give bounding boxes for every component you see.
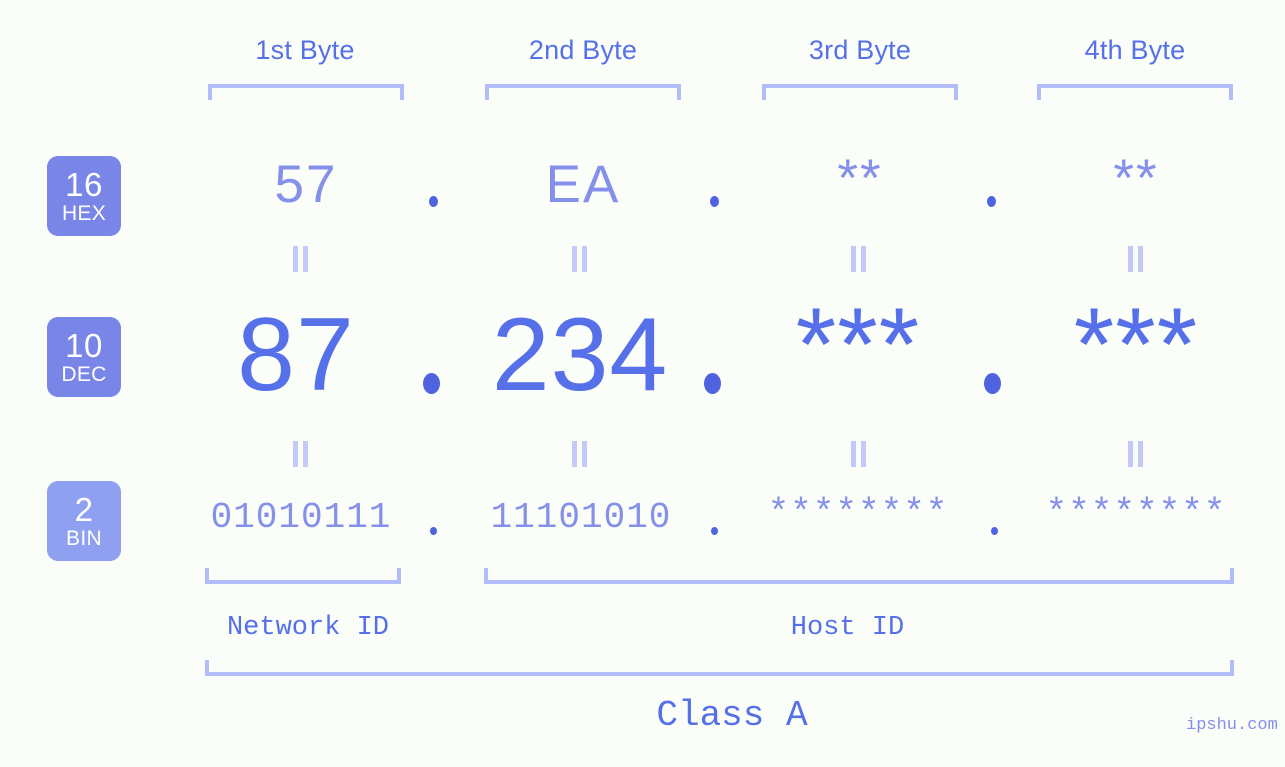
class-bracket — [205, 660, 1234, 676]
base-badge-bin-number: 2 — [74, 491, 94, 528]
site-watermark: ipshu.com — [1186, 716, 1278, 735]
byte-bracket-2 — [485, 84, 681, 100]
equals-dec-bin-3 — [850, 441, 867, 467]
byte-header-2: 2nd Byte — [528, 35, 638, 65]
equals-dec-bin-1 — [292, 441, 309, 467]
equals-dec-bin-4 — [1127, 441, 1144, 467]
base-badge-bin-label: BIN — [66, 527, 102, 550]
bin-separator-dot-3 — [991, 527, 998, 535]
hex-separator-dot-1 — [429, 196, 438, 207]
dec-byte-2: 234 — [491, 297, 669, 413]
dec-byte-3: *** — [795, 287, 921, 403]
byte-header-4: 4th Byte — [1084, 35, 1186, 65]
class-label: Class A — [656, 695, 808, 736]
dec-byte-4: *** — [1073, 287, 1199, 403]
base-badge-dec-number: 10 — [65, 327, 103, 364]
hex-byte-1: 57 — [274, 155, 338, 214]
dec-byte-1: 87 — [237, 297, 355, 413]
hex-separator-dot-2 — [710, 196, 719, 207]
hex-byte-4: ** — [1113, 149, 1159, 208]
byte-bracket-1 — [208, 84, 404, 100]
dec-separator-dot-1 — [423, 373, 440, 394]
base-badge-hex-label: HEX — [61, 202, 107, 225]
bin-byte-2: 11101010 — [490, 497, 672, 538]
bin-separator-dot-2 — [711, 527, 718, 535]
hex-byte-3: ** — [837, 149, 883, 208]
base-badge-dec-label: DEC — [61, 363, 107, 386]
hex-byte-2: EA — [545, 155, 621, 214]
byte-bracket-4 — [1037, 84, 1233, 100]
base-badge-hex-number: 16 — [65, 166, 103, 203]
bin-byte-3: ******** — [767, 493, 949, 534]
equals-hex-dec-3 — [850, 246, 867, 272]
equals-hex-dec-1 — [292, 246, 309, 272]
network-id-bracket — [205, 568, 401, 584]
equals-hex-dec-4 — [1127, 246, 1144, 272]
ip-address-breakdown-diagram: 1st Byte 2nd Byte 3rd Byte 4th Byte 16 H… — [0, 0, 1285, 767]
equals-hex-dec-2 — [571, 246, 588, 272]
byte-bracket-3 — [762, 84, 958, 100]
bin-byte-4: ******** — [1045, 493, 1227, 534]
base-badge-hex: 16 HEX — [47, 156, 121, 236]
network-id-label: Network ID — [226, 613, 390, 643]
base-badge-dec: 10 DEC — [47, 317, 121, 397]
hex-separator-dot-3 — [987, 196, 996, 207]
bin-byte-1: 01010111 — [210, 497, 392, 538]
byte-header-1: 1st Byte — [255, 35, 355, 65]
byte-header-3: 3rd Byte — [808, 35, 912, 65]
equals-dec-bin-2 — [571, 441, 588, 467]
host-id-label: Host ID — [790, 613, 905, 643]
dec-separator-dot-2 — [704, 373, 721, 394]
base-badge-bin: 2 BIN — [47, 481, 121, 561]
host-id-bracket — [484, 568, 1234, 584]
bin-separator-dot-1 — [430, 527, 437, 535]
dec-separator-dot-3 — [984, 373, 1001, 394]
